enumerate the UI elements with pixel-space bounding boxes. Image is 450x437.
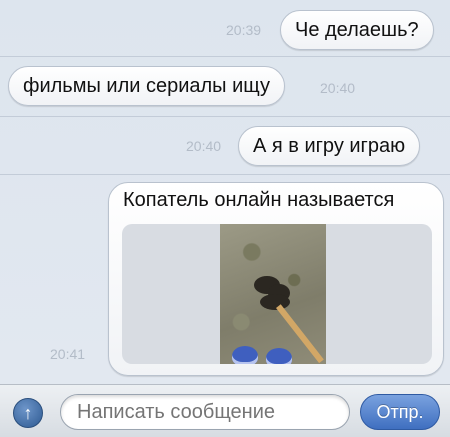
message-divider — [0, 116, 450, 117]
message-text: Копатель онлайн называется — [123, 189, 395, 211]
message-timestamp: 20:41 — [50, 346, 86, 362]
message-bubble-outgoing[interactable]: Че делаешь? — [280, 10, 434, 50]
photo-attachment[interactable] — [122, 224, 432, 364]
attach-button[interactable]: ↑ — [13, 398, 43, 428]
message-divider — [0, 174, 450, 175]
sneaker — [266, 348, 292, 364]
arrow-up-icon: ↑ — [23, 402, 33, 423]
message-bubble-outgoing[interactable]: А я в игру играю — [238, 126, 421, 166]
message-text: фильмы или сериалы ищу — [23, 75, 270, 97]
message-text: А я в игру играю — [253, 135, 406, 157]
message-timestamp: 20:40 — [320, 80, 356, 96]
message-timestamp: 20:40 — [186, 138, 222, 154]
photo-thumbnail[interactable] — [220, 224, 326, 364]
message-divider — [0, 56, 450, 57]
message-timestamp: 20:39 — [226, 22, 262, 38]
message-thread[interactable]: 20:39 Че делаешь? фильмы или сериалы ищу… — [0, 0, 450, 384]
send-button[interactable]: Отпр. — [360, 394, 440, 430]
message-bubble-incoming[interactable]: фильмы или сериалы ищу — [8, 66, 285, 106]
sneaker — [232, 346, 258, 364]
composer-bar: ↑ Отпр. — [0, 384, 450, 437]
message-text: Че делаешь? — [295, 19, 419, 41]
message-input[interactable] — [60, 394, 350, 430]
